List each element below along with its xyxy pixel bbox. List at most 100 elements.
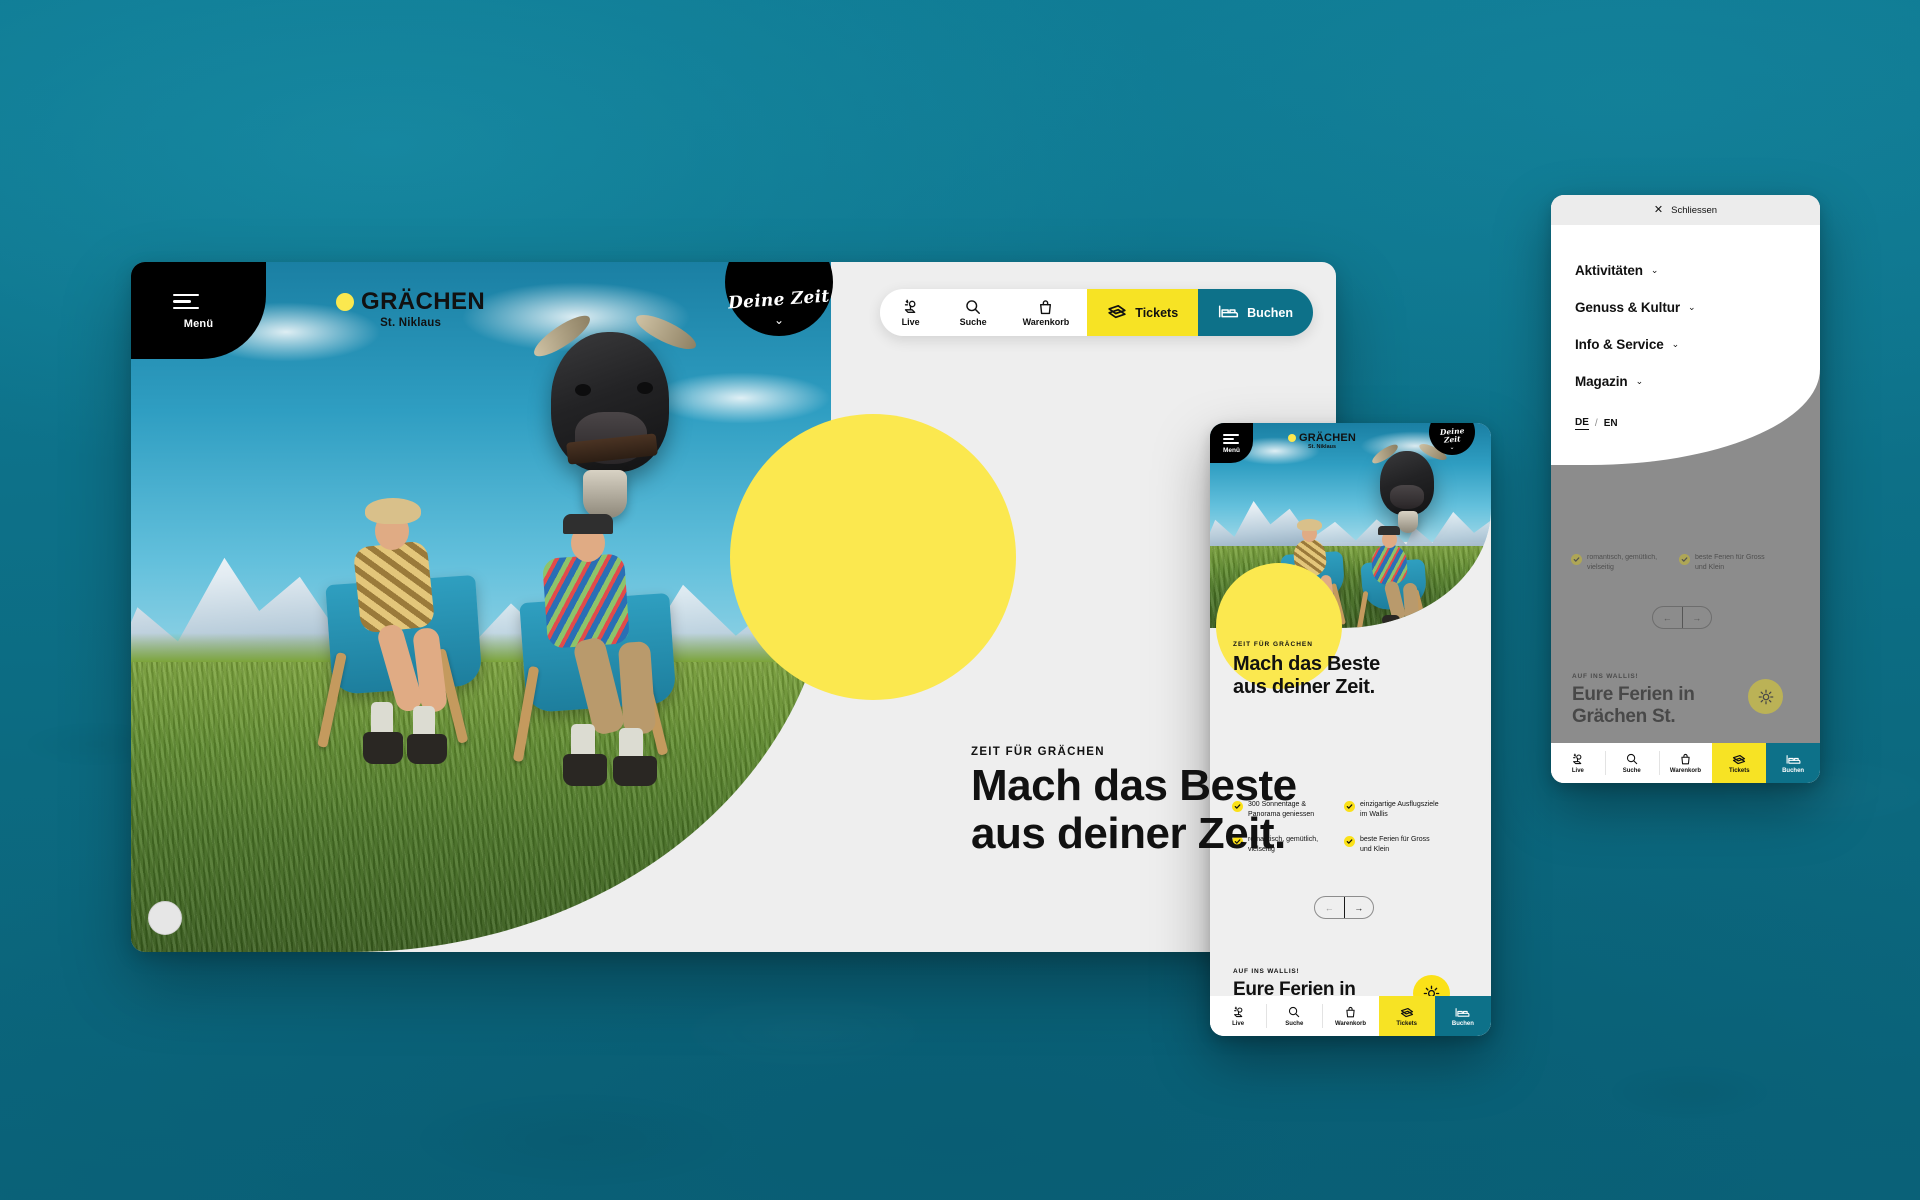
hero-headline: Mach das Beste aus deiner Zeit.: [971, 761, 1297, 858]
check-icon: [1679, 554, 1690, 565]
menu-button-label: Menü: [183, 318, 214, 330]
bottom-nav-warenkorb[interactable]: Warenkorb: [1322, 996, 1379, 1036]
hamburger-icon: [1223, 434, 1239, 447]
menu-item-info-service[interactable]: Info & Service ⌄: [1575, 326, 1806, 363]
carousel-prev-button[interactable]: ←: [1315, 897, 1344, 918]
top-navigation: Live Suche Warenkorb Tickets Buchen: [879, 289, 1313, 336]
nav-item-live[interactable]: Live: [879, 289, 942, 336]
menu-item-label: Aktivitäten: [1575, 263, 1643, 278]
bottom-nav-label: Buchen: [1451, 1020, 1474, 1027]
mobile-hero-eyebrow: ZEIT FÜR GRÄCHEN: [1233, 641, 1313, 648]
chevron-down-icon: ⌄: [1449, 445, 1455, 451]
photo-cloud: [651, 372, 831, 424]
bottom-nav-live[interactable]: Live: [1551, 743, 1605, 783]
menu-panel-mockup: romantisch, gemütlich, vielseitig beste …: [1551, 195, 1820, 783]
bag-icon: [1345, 1006, 1356, 1019]
brand-subtitle: St. Niklaus: [1307, 444, 1337, 450]
nav-label: Warenkorb: [1022, 317, 1070, 327]
bag-icon: [1038, 298, 1053, 315]
mobile-brand-logo[interactable]: GRÄCHEN St. Niklaus: [1288, 432, 1356, 450]
checklist-item: beste Ferien für Gross und Klein: [1344, 835, 1440, 854]
bottom-nav-label: Tickets: [1729, 767, 1750, 774]
bottom-nav-label: Tickets: [1396, 1020, 1417, 1027]
close-icon: ✕: [1653, 203, 1664, 216]
carousel-next-button[interactable]: →: [1681, 607, 1712, 628]
language-de[interactable]: DE: [1575, 417, 1589, 430]
hamburger-icon: [173, 294, 199, 310]
nav-label: Live: [901, 317, 920, 327]
bottom-nav-label: Buchen: [1782, 767, 1805, 774]
floating-action-button[interactable]: [148, 901, 182, 935]
bottom-nav-suche[interactable]: Suche: [1604, 743, 1659, 783]
carousel-prev-button[interactable]: ←: [1653, 607, 1682, 628]
mobile-menu-label: Menü: [1223, 447, 1240, 454]
photo-cow-bell: [1398, 511, 1418, 533]
desktop-mockup: Menü GRÄCHEN St. Niklaus Deine Zeit ⌄ Li…: [131, 262, 1336, 952]
bed-icon: [1786, 753, 1801, 766]
hero-yellow-circle: [730, 414, 1016, 700]
panel-section-title: Eure Ferien in Grächen St.: [1572, 684, 1695, 728]
brand-dot-icon: [1288, 434, 1296, 442]
bottom-nav-label: Suche: [1285, 1020, 1304, 1027]
checklist-label: beste Ferien für Gross und Klein: [1695, 554, 1765, 571]
panel-checklist: romantisch, gemütlich, vielseitig beste …: [1571, 553, 1773, 572]
nav-item-warenkorb[interactable]: Warenkorb: [1004, 289, 1088, 336]
search-icon: [965, 298, 981, 315]
menu-item-genuss-kultur[interactable]: Genuss & Kultur ⌄: [1575, 289, 1806, 326]
hero-photo: [131, 262, 831, 952]
mobile-carousel-controls: ← →: [1314, 896, 1374, 919]
bottom-nav-suche[interactable]: Suche: [1266, 996, 1323, 1036]
nav-item-buchen[interactable]: Buchen: [1198, 289, 1313, 336]
hero-eyebrow: ZEIT FÜR GRÄCHEN: [971, 746, 1105, 758]
bottom-nav-label: Warenkorb: [1669, 767, 1702, 774]
checklist-label: romantisch, gemütlich, vielseitig: [1587, 554, 1658, 571]
menu-item-label: Genuss & Kultur: [1575, 300, 1681, 315]
panel-section-eyebrow: AUF INS WALLIS!: [1572, 673, 1639, 680]
bed-icon: [1455, 1006, 1470, 1019]
check-icon: [1571, 554, 1582, 565]
mobile-hero-headline: Mach das Beste aus deiner Zeit.: [1233, 653, 1380, 699]
checklist-label: beste Ferien für Gross und Klein: [1360, 836, 1430, 853]
deine-zeit-label: Deine Zeit: [727, 286, 831, 314]
bottom-nav-tickets[interactable]: Tickets: [1712, 743, 1767, 783]
sun-icon[interactable]: [1748, 679, 1783, 714]
bottom-nav-warenkorb[interactable]: Warenkorb: [1658, 743, 1713, 783]
nav-item-tickets[interactable]: Tickets: [1087, 289, 1199, 336]
ticket-icon: [1107, 304, 1127, 322]
brand-logo[interactable]: GRÄCHEN St. Niklaus: [336, 288, 485, 329]
bottom-nav-live[interactable]: Live: [1210, 996, 1267, 1036]
bottom-nav-tickets[interactable]: Tickets: [1378, 996, 1435, 1036]
mobile-mockup: Menü GRÄCHEN St. Niklaus Deine Zeit ⌄ ZE…: [1210, 423, 1491, 1036]
menu-item-label: Info & Service: [1575, 337, 1664, 352]
brand-name: GRÄCHEN: [1299, 432, 1357, 444]
brand-subtitle: St. Niklaus: [380, 317, 442, 329]
menu-item-label: Magazin: [1575, 374, 1628, 389]
close-button-label: Schliessen: [1671, 204, 1718, 216]
carousel-next-button[interactable]: →: [1343, 897, 1374, 918]
checklist-item: einzigartige Ausflugsziele im Wallis: [1344, 800, 1440, 819]
bottom-nav-buchen[interactable]: Buchen: [1766, 743, 1820, 783]
menu-item-aktivitaeten[interactable]: Aktivitäten ⌄: [1575, 252, 1806, 289]
panel-carousel-controls: ← →: [1652, 606, 1712, 629]
photo-cow-eye: [575, 384, 591, 396]
mobile-section-eyebrow: AUF INS WALLIS!: [1233, 968, 1300, 975]
nav-item-suche[interactable]: Suche: [941, 289, 1005, 336]
check-icon: [1344, 801, 1355, 812]
bottom-nav-label: Suche: [1622, 767, 1641, 774]
close-button[interactable]: ✕ Schliessen: [1551, 195, 1820, 225]
bottom-nav-label: Warenkorb: [1334, 1020, 1367, 1027]
bottom-nav-label: Live: [1571, 767, 1584, 774]
deine-zeit-label-line2: Zeit: [1443, 434, 1461, 445]
photo-meadow: [131, 662, 831, 952]
webcam-icon: [1232, 1006, 1245, 1019]
menu-item-magazin[interactable]: Magazin ⌄: [1575, 363, 1806, 400]
checklist-label: einzigartige Ausflugsziele im Wallis: [1360, 801, 1439, 818]
bottom-nav-buchen[interactable]: Buchen: [1434, 996, 1491, 1036]
check-icon: [1344, 836, 1355, 848]
language-switcher: DE / EN: [1575, 417, 1618, 430]
chevron-down-icon: ⌄: [1635, 376, 1644, 386]
photo-cow-eye: [637, 382, 653, 394]
search-icon: [1626, 753, 1638, 766]
language-en[interactable]: EN: [1604, 418, 1618, 429]
photo-cow-bell: [583, 470, 627, 518]
